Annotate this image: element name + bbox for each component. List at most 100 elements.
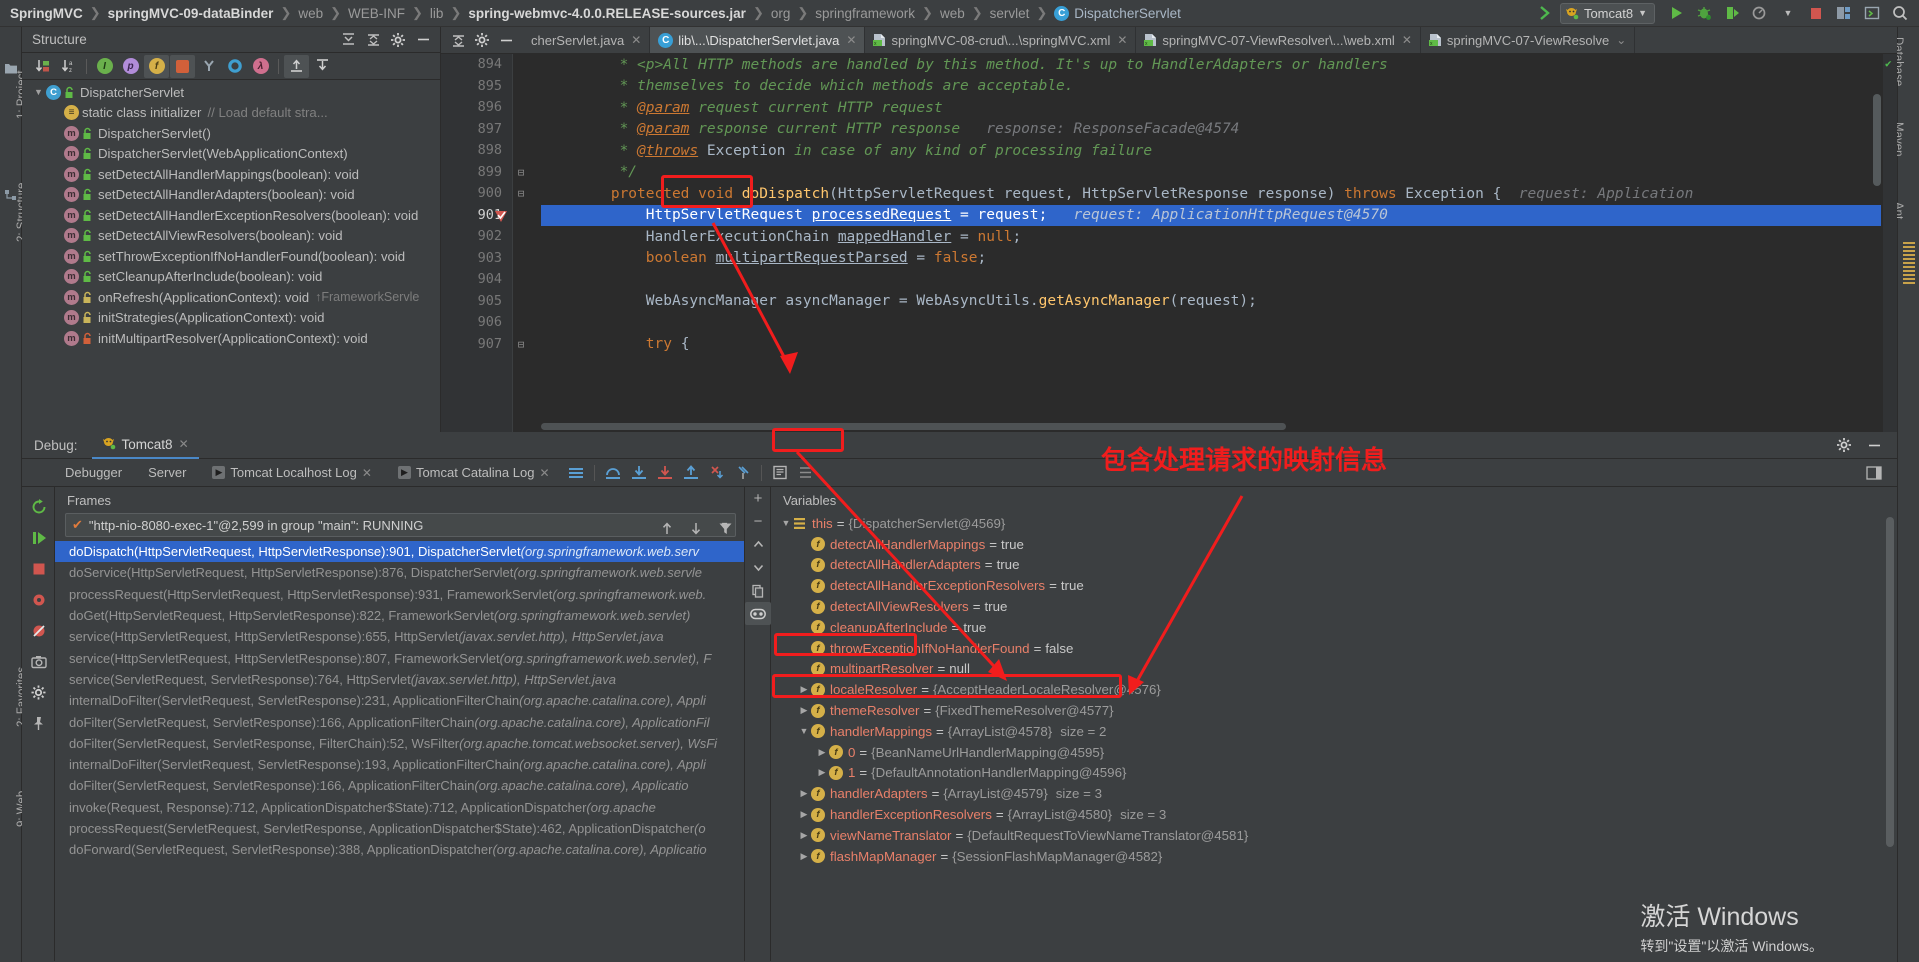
layout-settings-icon[interactable]: [793, 461, 819, 485]
line-number-897[interactable]: 897: [441, 119, 512, 141]
variable-row-handlerMappings[interactable]: ▼ f handlerMappings = {ArrayList@4578} size =…: [771, 721, 1897, 742]
debug-subtab-server[interactable]: Server: [135, 465, 199, 480]
code-line-905[interactable]: WebAsyncManager asyncManager = WebAsyncU…: [541, 291, 1881, 313]
stack-frame-12[interactable]: invoke(Request, Response):712, Applicati…: [55, 797, 744, 818]
close-icon[interactable]: ✕: [362, 466, 372, 480]
structure-item-4[interactable]: m setDetectAllHandlerMappings(boolean): v…: [22, 164, 440, 185]
breadcrumb-item-3[interactable]: WEB-INF: [348, 6, 405, 21]
editor-horizontal-scrollbar[interactable]: [541, 423, 1286, 430]
breadcrumb-item-2[interactable]: web: [298, 6, 323, 21]
close-icon[interactable]: ✕: [1402, 33, 1412, 47]
chevron-right-icon[interactable]: ▶: [797, 809, 811, 820]
frames-list[interactable]: doDispatch(HttpServletRequest, HttpServl…: [55, 541, 744, 955]
line-number-903[interactable]: 903: [441, 248, 512, 270]
chevron-right-icon[interactable]: ▶: [797, 684, 811, 695]
stack-frame-0[interactable]: doDispatch(HttpServletRequest, HttpServl…: [55, 541, 744, 563]
debug-subtab-debugger[interactable]: Debugger: [52, 465, 135, 480]
settings-gear-icon[interactable]: [471, 30, 493, 50]
code-line-902[interactable]: HandlerExecutionChain mappedHandler = nu…: [541, 226, 1881, 248]
show-properties-icon[interactable]: p: [118, 55, 143, 78]
screenshot-icon[interactable]: [22, 646, 55, 677]
code-editor[interactable]: 894 895 896 897 898 899 900 901 902 903 904 905 906 9…: [441, 54, 1897, 432]
copy-value-icon[interactable]: [745, 579, 771, 602]
structure-item-3[interactable]: m DispatcherServlet(WebApplicationContext…: [22, 144, 440, 165]
watch-up-icon[interactable]: [745, 533, 771, 556]
show-fields-icon[interactable]: f: [144, 54, 169, 78]
run-with-coverage-button[interactable]: [1719, 2, 1745, 24]
code-line-895[interactable]: * themselves to decide which methods are…: [541, 76, 1881, 98]
error-stripe-gutter[interactable]: ✔: [1883, 54, 1897, 432]
variable-row-detectAllHandlerAdapters[interactable]: f detectAllHandlerAdapters = true: [771, 555, 1897, 576]
breadcrumb-item-5[interactable]: spring-webmvc-4.0.0.RELEASE-sources.jar: [468, 6, 746, 21]
filter-frames-icon[interactable]: [712, 516, 738, 540]
breadcrumb-item-7[interactable]: springframework: [815, 6, 915, 21]
step-into-icon[interactable]: [626, 461, 652, 485]
force-step-into-icon[interactable]: [652, 461, 678, 485]
editor-tab-3[interactable]: x springMVC-07-ViewResolver\...\web.xml ✕: [1136, 27, 1421, 53]
thread-selector[interactable]: ✔ "http-nio-8080-exec-1"@2,599 in group …: [65, 513, 736, 537]
structure-item-0[interactable]: ▼ C DispatcherServlet: [22, 82, 440, 103]
stack-frame-1[interactable]: doService(HttpServletRequest, HttpServle…: [55, 562, 744, 583]
close-icon[interactable]: ✕: [846, 33, 856, 47]
structure-item-12[interactable]: m initMultipartResolver(ApplicationContex…: [22, 328, 440, 349]
console-button[interactable]: [1859, 2, 1885, 24]
remove-watch-icon[interactable]: −: [745, 510, 771, 533]
variable-row-1[interactable]: ▶ f 1 = {DefaultAnnotationHandlerMapping@459…: [771, 763, 1897, 784]
debug-subtab-tomcat-catalina-log[interactable]: ▶ Tomcat Catalina Log ✕: [385, 465, 563, 480]
scroll-to-source-icon[interactable]: [310, 55, 335, 78]
line-number-899[interactable]: 899: [441, 162, 512, 184]
stack-frame-10[interactable]: internalDoFilter(ServletRequest, Servlet…: [55, 754, 744, 775]
code-line-897[interactable]: * @param response current HTTP response …: [541, 119, 1881, 141]
build-project-button[interactable]: [1831, 2, 1857, 24]
line-number-900[interactable]: 900: [441, 183, 512, 205]
scroll-from-source-icon[interactable]: [284, 54, 309, 78]
variable-row-viewNameTranslator[interactable]: ▶ f viewNameTranslator = {DefaultRequestToVi…: [771, 825, 1897, 846]
stop-button[interactable]: [1803, 2, 1829, 24]
run-to-cursor-icon[interactable]: [730, 461, 756, 485]
variable-row-0[interactable]: ▶ f 0 = {BeanNameUrlHandlerMapping@4595}: [771, 742, 1897, 763]
variable-row-cleanupAfterInclude[interactable]: f cleanupAfterInclude = true: [771, 617, 1897, 638]
line-number-896[interactable]: 896: [441, 97, 512, 119]
structure-item-11[interactable]: m initStrategies(ApplicationContext): voi…: [22, 308, 440, 329]
line-number-907[interactable]: 907: [441, 334, 512, 356]
stack-frame-13[interactable]: processRequest(ServletRequest, ServletRe…: [55, 818, 744, 839]
breadcrumb-item-10[interactable]: C DispatcherServlet: [1054, 5, 1181, 21]
variable-row-throwExceptionIfNoHandlerFound[interactable]: f throwExceptionIfNoHandlerFound = false: [771, 638, 1897, 659]
variable-row-detectAllHandlerMappings[interactable]: f detectAllHandlerMappings = true: [771, 534, 1897, 555]
debug-session-tab[interactable]: Tomcat8 ✕: [91, 432, 199, 459]
chevron-right-icon[interactable]: ▶: [797, 705, 811, 716]
evaluate-expression-icon[interactable]: [767, 461, 793, 485]
structure-tree[interactable]: ▼ C DispatcherServlet ≡ static class initial…: [22, 80, 440, 428]
breadcrumb-item-6[interactable]: org: [771, 6, 791, 21]
editor-vertical-scrollbar[interactable]: [1873, 94, 1881, 186]
code-line-904[interactable]: [541, 269, 1881, 291]
variable-row-detectAllViewResolvers[interactable]: f detectAllViewResolvers = true: [771, 596, 1897, 617]
stack-frame-3[interactable]: doGet(HttpServletRequest, HttpServletRes…: [55, 605, 744, 626]
hide-panel-icon[interactable]: [495, 30, 517, 50]
stack-frame-2[interactable]: processRequest(HttpServletRequest, HttpS…: [55, 584, 744, 605]
breadcrumb-item-0[interactable]: SpringMVC: [10, 6, 83, 21]
debug-button[interactable]: [1691, 2, 1717, 24]
code-line-901[interactable]: HttpServletRequest processedRequest = re…: [541, 204, 1881, 226]
close-icon[interactable]: ✕: [1117, 33, 1127, 47]
code-line-906[interactable]: [541, 312, 1881, 334]
frame-up-icon[interactable]: [654, 516, 680, 540]
expand-all-icon[interactable]: [337, 30, 359, 50]
frame-down-icon[interactable]: [683, 516, 709, 540]
structure-item-2[interactable]: m DispatcherServlet(): [22, 123, 440, 144]
chevron-down-icon[interactable]: ▼: [779, 518, 793, 528]
stack-frame-4[interactable]: service(HttpServletRequest, HttpServletR…: [55, 626, 744, 647]
hide-panel-icon[interactable]: [412, 30, 434, 50]
stack-frame-11[interactable]: doFilter(ServletRequest, ServletResponse…: [55, 775, 744, 796]
variables-scrollbar[interactable]: [1886, 517, 1894, 847]
show-interfaces-icon[interactable]: [222, 55, 247, 78]
collapse-all-icon[interactable]: [447, 30, 469, 50]
show-inherited-icon[interactable]: I: [92, 55, 117, 78]
show-lambdas-icon[interactable]: λ: [248, 55, 273, 78]
variables-tree[interactable]: ▼ this = {DispatcherServlet@4569} f detectAll…: [771, 513, 1897, 867]
stack-frame-6[interactable]: service(ServletRequest, ServletResponse)…: [55, 669, 744, 690]
chevron-right-icon[interactable]: ▶: [797, 830, 811, 841]
chevron-right-icon[interactable]: ▶: [815, 767, 829, 778]
close-icon[interactable]: ✕: [539, 466, 549, 480]
stack-frame-5[interactable]: service(HttpServletRequest, HttpServletR…: [55, 647, 744, 668]
